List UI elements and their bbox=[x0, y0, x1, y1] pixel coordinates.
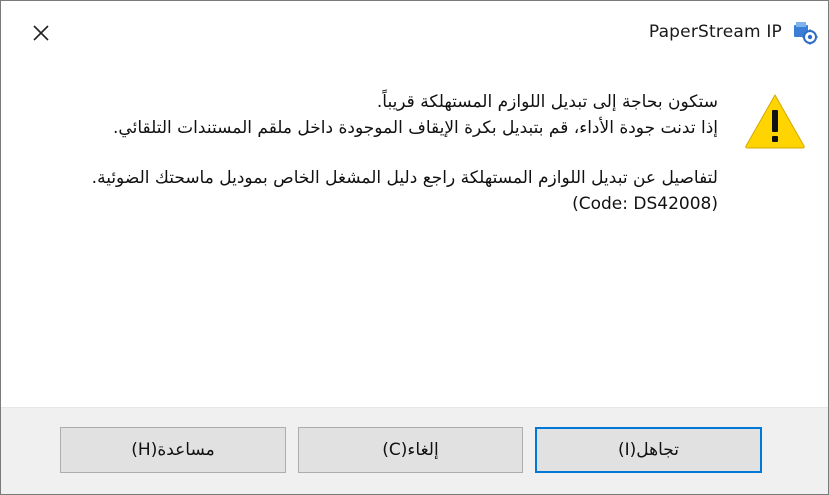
close-icon bbox=[33, 25, 49, 41]
message-line-3: لتفاصيل عن تبديل اللوازم المستهلكة راجع … bbox=[91, 168, 718, 188]
help-button[interactable]: مساعدة(H) bbox=[60, 427, 286, 473]
message-line-1: ستكون بحاجة إلى تبديل اللوازم المستهلكة … bbox=[376, 92, 718, 112]
button-bar: تجاهل(I) إلغاء(C) مساعدة(H) bbox=[1, 407, 828, 494]
error-code: (Code: DS42008) bbox=[572, 194, 718, 214]
app-icon bbox=[794, 22, 818, 45]
warning-icon bbox=[745, 93, 805, 149]
dialog-window: PaperStream IP ستكون بحاجة إلى تبديل الل… bbox=[0, 0, 829, 495]
title-area: PaperStream IP bbox=[649, 17, 818, 47]
message-line-2: إذا تدنت جودة الأداء، قم بتبديل بكرة الإ… bbox=[113, 118, 718, 138]
message-text: ستكون بحاجة إلى تبديل اللوازم المستهلكة … bbox=[41, 89, 718, 217]
close-button[interactable] bbox=[21, 15, 61, 51]
window-title: PaperStream IP bbox=[648, 22, 782, 42]
title-bar: PaperStream IP bbox=[1, 1, 828, 63]
ignore-button[interactable]: تجاهل(I) bbox=[535, 427, 762, 473]
cancel-button[interactable]: إلغاء(C) bbox=[298, 427, 523, 473]
